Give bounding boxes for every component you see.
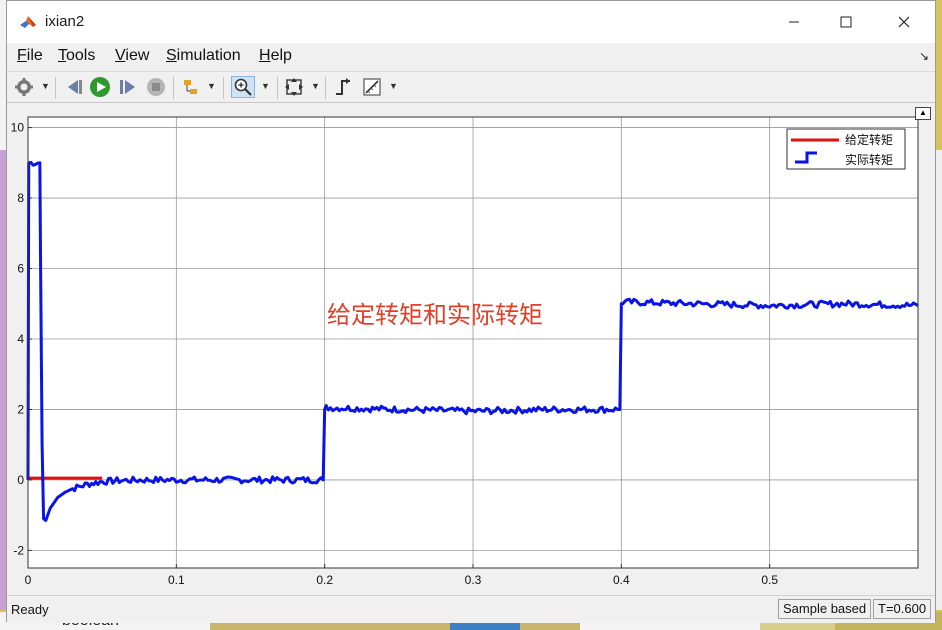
chart-annotation: 给定转矩和实际转矩 [327, 301, 543, 329]
menu-file-label: ile [26, 47, 43, 64]
status-text: Ready [11, 602, 49, 617]
menu-file[interactable]: File [17, 47, 43, 65]
x-tick-label: 0.3 [465, 573, 482, 587]
legend-label-actual: 实际转矩 [845, 152, 893, 167]
step-forward-button[interactable] [117, 76, 139, 98]
run-button[interactable] [89, 76, 111, 98]
stop-button[interactable] [145, 76, 167, 98]
menu-tools[interactable]: Tools [58, 47, 95, 65]
toolbar: ▼ ▼ ▼ ▼ ▼ [7, 71, 935, 103]
maximize-icon [840, 16, 852, 28]
zoom-in-button[interactable] [231, 76, 255, 98]
highlight-simulink-block-button[interactable] [181, 76, 203, 98]
y-tick-label: 10 [11, 121, 25, 135]
status-bar: Ready Sample based T=0.600 [7, 595, 935, 623]
sample-mode-indicator: Sample based [778, 599, 872, 619]
step-forward-icon [120, 80, 135, 94]
trigger-icon [336, 78, 350, 95]
menu-view[interactable]: View [115, 47, 149, 65]
block-highlight-icon [184, 80, 197, 94]
chevron-down-icon[interactable]: ▼ [311, 81, 320, 91]
undock-arrow-icon[interactable]: ↘ [919, 49, 929, 63]
gear-icon [15, 78, 33, 96]
scale-axes-button[interactable] [283, 76, 305, 98]
menu-simulation-label: imulation [176, 47, 241, 64]
menu-simulation[interactable]: Simulation [166, 47, 241, 65]
menu-help-label: elp [270, 47, 292, 64]
close-button[interactable] [881, 1, 927, 43]
zoom-in-icon [234, 78, 252, 96]
expand-axes-icon[interactable]: ▲ [915, 107, 931, 120]
y-tick-label: 4 [17, 332, 24, 346]
toolbar-separator [223, 77, 224, 99]
chevron-down-icon[interactable]: ▼ [389, 81, 398, 91]
title-bar: ixian2 [7, 1, 935, 43]
y-tick-label: 0 [17, 473, 24, 487]
y-tick-label: 2 [17, 402, 24, 416]
matlab-logo-icon [20, 16, 36, 28]
toolbar-separator [173, 77, 174, 99]
toolbar-separator [55, 77, 56, 99]
scope-window: ixian2 File Tools View Simulation Help ↘… [6, 0, 936, 623]
step-back-button[interactable] [63, 76, 85, 98]
menu-bar: File Tools View Simulation Help ↘ [7, 43, 935, 69]
measurements-button[interactable] [361, 76, 383, 98]
x-tick-label: 0.1 [168, 573, 185, 587]
close-icon [898, 16, 910, 28]
play-icon [90, 77, 110, 97]
step-back-icon [68, 80, 82, 94]
minimize-button[interactable] [771, 1, 817, 43]
configuration-button[interactable] [13, 76, 35, 98]
toolbar-separator [277, 77, 278, 99]
toolbar-separator [325, 77, 326, 99]
scope-display: 0 0.1 0.2 0.3 0.4 0.5 -2 0 2 4 6 8 10 给定转矩实际转矩给定转矩和实际… [7, 103, 935, 595]
maximize-button[interactable] [823, 1, 869, 43]
x-tick-label: 0 [25, 573, 32, 587]
menu-tools-label: ools [66, 47, 96, 64]
scope-plot: 0 0.1 0.2 0.3 0.4 0.5 -2 0 2 4 6 8 10 给定转矩实际转矩给定转矩和实际… [11, 116, 919, 587]
chevron-down-icon[interactable]: ▼ [261, 81, 270, 91]
menu-help[interactable]: Help [259, 47, 292, 65]
legend-label-reference: 给定转矩 [845, 132, 893, 147]
stop-icon [147, 78, 165, 96]
x-tick-label: 0.2 [316, 573, 333, 587]
y-tick-label: 8 [17, 191, 24, 205]
simulation-time-indicator: T=0.600 [873, 599, 932, 619]
fit-axes-icon [285, 78, 303, 96]
x-tick-label: 0.4 [613, 573, 630, 587]
triggers-button[interactable] [333, 76, 355, 98]
menu-view-label: iew [125, 47, 150, 64]
window-title: ixian2 [45, 13, 85, 30]
y-tick-label: -2 [13, 543, 24, 557]
minimize-icon [789, 21, 799, 23]
x-tick-label: 0.5 [761, 573, 778, 587]
y-tick-label: 6 [17, 262, 24, 276]
chevron-down-icon[interactable]: ▼ [41, 81, 50, 91]
chevron-down-icon[interactable]: ▼ [207, 81, 216, 91]
ruler-icon [363, 78, 381, 96]
